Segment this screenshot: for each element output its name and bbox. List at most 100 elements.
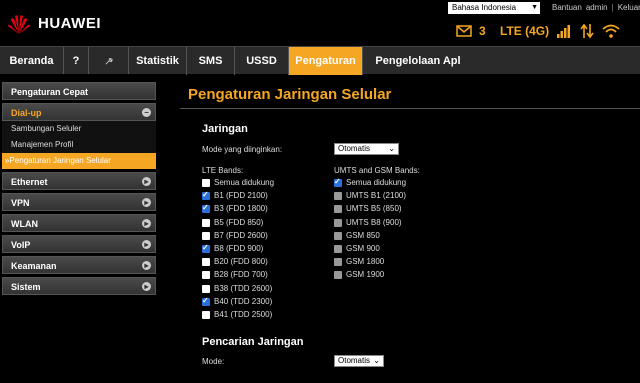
sidebar-item-system[interactable]: Sistem ▸: [2, 277, 156, 295]
main-nav: Beranda ? Statistik SMS USSD Pengaturan …: [0, 46, 640, 75]
network-section-title: Jaringan: [202, 123, 248, 135]
sidebar-item-label: Sistem: [11, 282, 41, 292]
umts-band-checkbox: [334, 231, 342, 240]
lte-band-label: B41 (TDD 2500): [214, 310, 273, 319]
lte-band-checkbox[interactable]: [202, 218, 210, 227]
sidebar-item-label: Pengaturan Cepat: [11, 87, 89, 97]
lte-band-label: B8 (FDD 900): [214, 244, 264, 253]
nav-settings[interactable]: Pengaturan: [289, 47, 363, 75]
page-title: Pengaturan Jaringan Selular: [188, 86, 392, 103]
title-divider: [180, 108, 640, 109]
sidebar-item-label: Keamanan: [11, 261, 57, 271]
sidebar-item-label: VoIP: [11, 240, 31, 250]
umts-band-checkbox: [334, 258, 342, 267]
umts-band-label: Semua didukung: [346, 178, 407, 187]
network-type: LTE (4G): [500, 24, 550, 38]
expand-icon: ▸: [142, 261, 151, 270]
umts-band-checkbox: [334, 271, 342, 280]
lte-band-label: B3 (FDD 1800): [214, 204, 268, 214]
preferred-mode-select[interactable]: Otomatis ⌄: [334, 143, 399, 155]
sidebar-item-quick-setup[interactable]: Pengaturan Cepat: [2, 82, 156, 100]
lte-band-label: B7 (FDD 2600): [214, 230, 268, 240]
nav-tools[interactable]: [89, 47, 129, 75]
data-transfer-icon: [580, 23, 594, 39]
sidebar-item-label: Ethernet: [11, 177, 48, 187]
lte-band-checkbox[interactable]: [202, 189, 210, 201]
header: HUAWEI Bahasa Indonesia ▼ Bantuan admin | K…: [0, 0, 640, 46]
lte-band-checkbox[interactable]: [202, 242, 210, 254]
expand-icon: ▸: [142, 282, 151, 291]
sidebar-item-ethernet[interactable]: Ethernet ▸: [2, 172, 156, 190]
umts-band-label: GSM 850: [346, 230, 380, 240]
sidebar-item-voip[interactable]: VoIP ▸: [2, 235, 156, 253]
network-search-section-title: Pencarian Jaringan: [202, 336, 304, 348]
wifi-icon: [602, 24, 620, 38]
message-count: 3: [479, 24, 486, 38]
umts-band-label: GSM 900: [346, 244, 380, 253]
mail-icon[interactable]: [456, 22, 472, 40]
lte-band-checkbox[interactable]: [202, 284, 210, 293]
sidebar-item-wlan[interactable]: WLAN ▸: [2, 214, 156, 232]
lte-band-checkbox[interactable]: [202, 258, 210, 267]
user-name: admin: [585, 3, 608, 12]
lte-band-label: B40 (TDD 2300): [214, 296, 273, 306]
collapse-icon: −: [142, 108, 151, 117]
preferred-mode-label: Mode yang diinginkan:: [202, 145, 283, 154]
sidebar-item-security[interactable]: Keamanan ▸: [2, 256, 156, 274]
lte-band-checkbox[interactable]: [202, 295, 210, 307]
sidebar-subitem-profile-management[interactable]: Manajemen Profil: [2, 137, 156, 153]
umts-band-checkbox[interactable]: [334, 176, 342, 188]
help-link[interactable]: Bantuan: [552, 3, 582, 12]
lte-band-checkbox[interactable]: [202, 231, 210, 240]
chevron-down-icon: ▼: [531, 4, 538, 11]
sidebar-item-dialup[interactable]: Dial-up −: [2, 103, 156, 121]
brand-name: HUAWEI: [38, 15, 101, 32]
lte-band-label: B20 (FDD 800): [214, 257, 268, 267]
expand-icon: ▸: [142, 240, 151, 249]
nav-help[interactable]: ?: [64, 47, 89, 75]
logout-link[interactable]: Keluar: [618, 3, 640, 12]
sidebar-subitem-mobile-network-settings[interactable]: »Pengaturan Jaringan Selular: [2, 153, 156, 169]
expand-icon: ▸: [142, 177, 151, 186]
sidebar-item-label: WLAN: [11, 219, 38, 229]
lte-band-label: B5 (FDD 850): [214, 217, 264, 227]
umts-band-checkbox: [334, 218, 342, 227]
language-value: Bahasa Indonesia: [452, 3, 517, 12]
expand-icon: ▸: [142, 219, 151, 228]
umts-band-label: GSM 1800: [346, 257, 385, 267]
lte-band-label: B1 (FDD 2100): [214, 191, 268, 201]
top-links: Bantuan admin | Keluar: [552, 3, 640, 12]
lte-band-label: B38 (TDD 2600): [214, 283, 273, 293]
lte-bands-label: LTE Bands:: [202, 166, 244, 175]
huawei-logo-icon: [8, 15, 30, 34]
umts-band-label: GSM 1900: [346, 270, 385, 280]
nav-app-management[interactable]: Pengelolaan Apl: [363, 47, 473, 75]
search-mode-value: Otomatis: [338, 356, 371, 365]
lte-band-label: Semua didukung: [214, 178, 275, 187]
nav-ussd[interactable]: USSD: [235, 47, 289, 75]
umts-gsm-bands-label: UMTS and GSM Bands:: [334, 166, 420, 175]
umts-band-label: UMTS B8 (900): [346, 217, 402, 227]
lte-band-label: B28 (FDD 700): [214, 270, 268, 280]
sidebar-subitem-mobile-connection[interactable]: Sambungan Seluler: [2, 121, 156, 137]
lte-band-checkbox[interactable]: [202, 202, 210, 214]
expand-icon: ▸: [142, 198, 151, 207]
umts-band-label: UMTS B5 (850): [346, 204, 402, 214]
nav-sms[interactable]: SMS: [187, 47, 235, 75]
language-select[interactable]: Bahasa Indonesia ▼: [448, 2, 540, 14]
lte-band-checkbox[interactable]: [202, 311, 210, 319]
search-mode-select[interactable]: Otomatis ⌄: [334, 355, 384, 367]
preferred-mode-value: Otomatis: [338, 144, 371, 153]
signal-strength-icon: [557, 25, 570, 38]
chevron-down-icon: ⌄: [388, 144, 395, 153]
chevron-down-icon: ⌄: [373, 356, 380, 365]
lte-band-checkbox[interactable]: [202, 271, 210, 280]
sidebar-item-vpn[interactable]: VPN ▸: [2, 193, 156, 211]
search-mode-label: Mode:: [202, 357, 225, 366]
nav-home[interactable]: Beranda: [0, 47, 64, 75]
lte-band-checkbox[interactable]: [202, 179, 210, 187]
nav-statistics[interactable]: Statistik: [129, 47, 187, 75]
umts-band-checkbox: [334, 245, 342, 253]
sidebar-subitem-label: Pengaturan Jaringan Selular: [9, 156, 111, 165]
umts-band-checkbox: [334, 205, 342, 214]
